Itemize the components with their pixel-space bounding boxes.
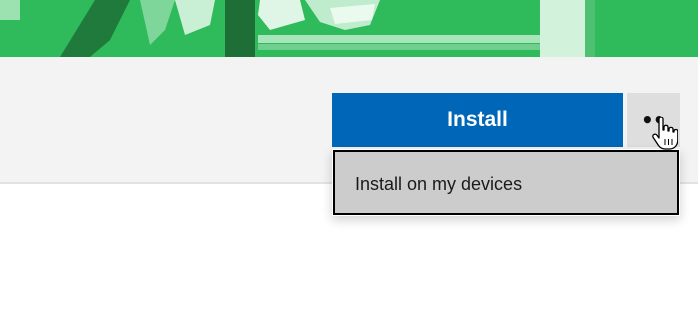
install-dropdown-menu: Install on my devices — [332, 149, 680, 216]
menu-item-install-on-my-devices[interactable]: Install on my devices — [333, 150, 679, 215]
install-button[interactable]: Install — [332, 93, 623, 147]
hero-banner-image — [0, 0, 698, 57]
menu-item-label: Install on my devices — [355, 174, 523, 194]
hand-pointer-icon — [652, 117, 678, 150]
app-store-page: Install •• Install on my devices — [0, 0, 698, 336]
